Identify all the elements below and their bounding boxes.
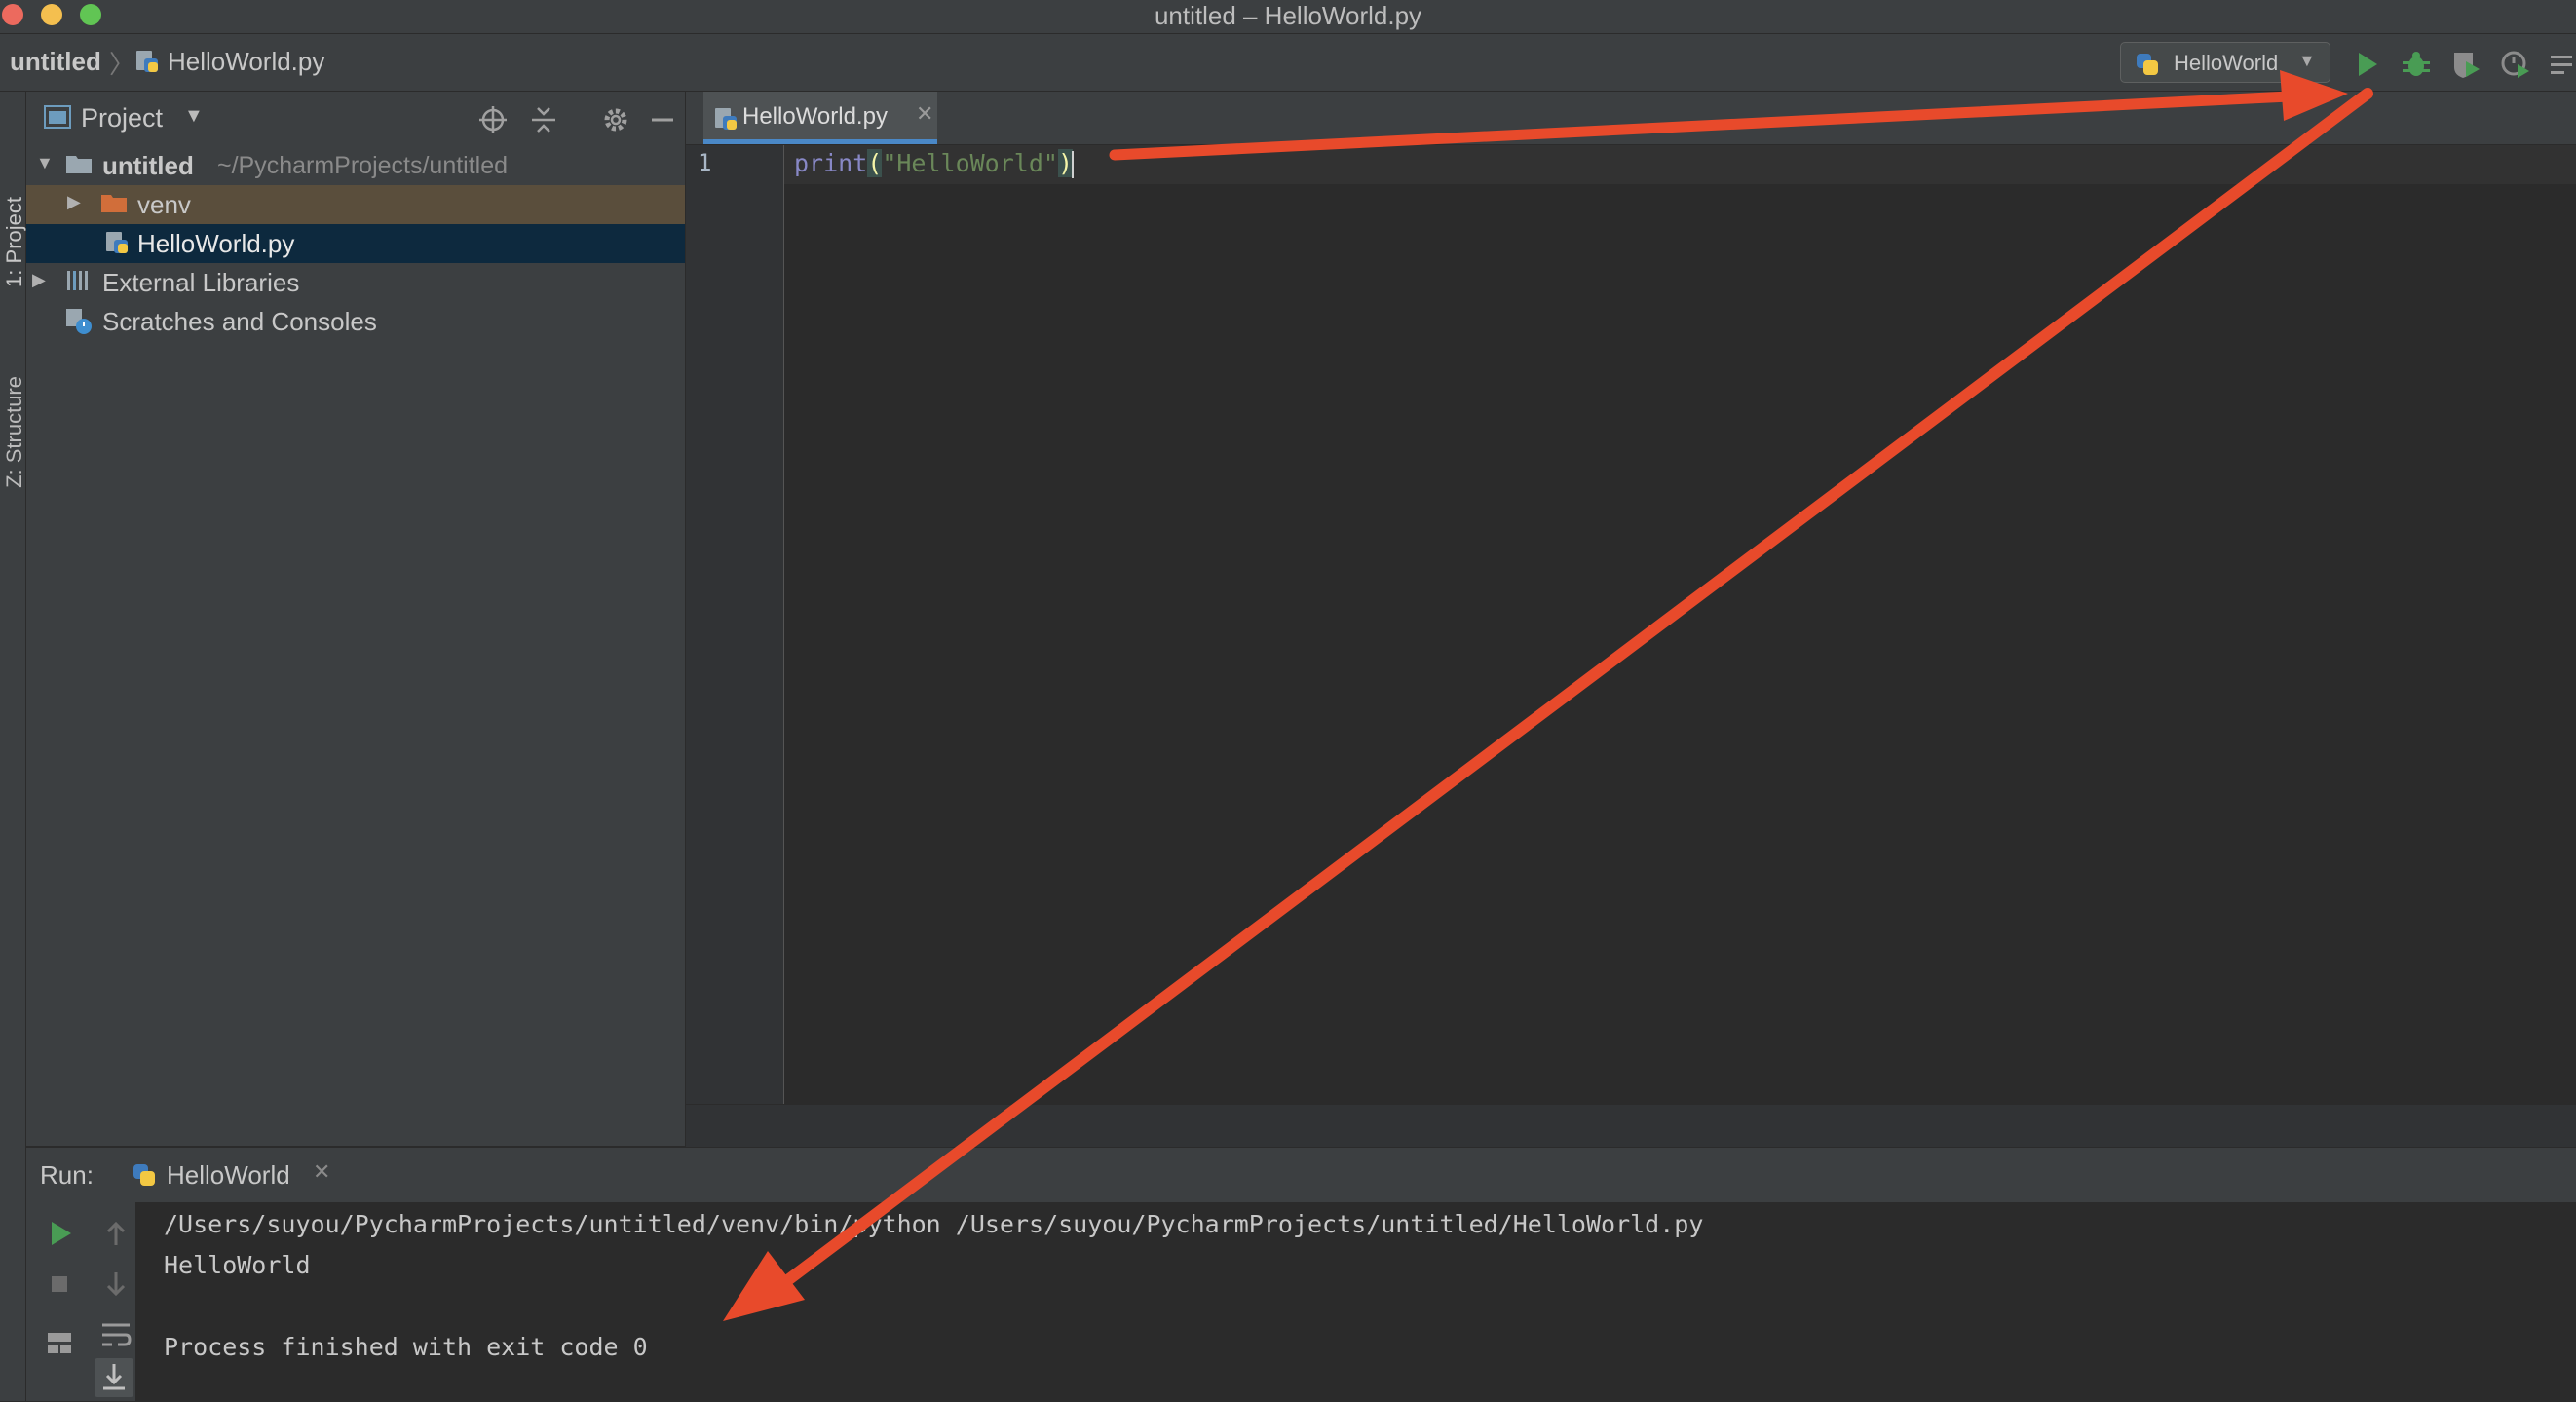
tree-item-label: HelloWorld.py — [137, 229, 295, 258]
title-bar: untitled – HelloWorld.py — [0, 0, 2576, 34]
down-arrow-icon[interactable] — [96, 1265, 135, 1304]
project-panel-header: Project ▼ — [26, 92, 685, 144]
python-file-icon — [134, 49, 160, 79]
text-caret — [1072, 151, 1075, 178]
stop-icon[interactable] — [40, 1265, 79, 1304]
code-editor[interactable]: print("HelloWorld") — [784, 145, 2576, 1104]
tree-item-label: External Libraries — [102, 268, 300, 297]
code-open-paren: ( — [867, 149, 883, 177]
run-configuration-label: HelloWorld — [2174, 51, 2279, 75]
breadcrumb-file[interactable]: HelloWorld.py — [168, 47, 324, 77]
coverage-icon[interactable] — [2449, 48, 2482, 81]
tab-label: HelloWorld.py — [742, 103, 888, 130]
profile-icon[interactable] — [2499, 48, 2532, 81]
close-icon[interactable]: ✕ — [313, 1159, 330, 1185]
run-panel-label: Run: — [40, 1160, 94, 1190]
run-panel-header: Run: HelloWorld ✕ — [26, 1147, 2576, 1203]
navigation-bar: untitled 〉 HelloWorld.py HelloWorld ▼ — [0, 34, 2576, 92]
project-tool-window-button[interactable]: 1: Project — [2, 197, 27, 287]
tree-item-label: venv — [137, 190, 191, 219]
console-line-exit-status: Process finished with exit code 0 — [164, 1333, 648, 1361]
locate-icon[interactable] — [476, 103, 510, 136]
console-line-command: /Users/suyou/PycharmProjects/untitled/ve… — [164, 1210, 1704, 1238]
project-panel: Project ▼ ▼ untitled ~/PycharmProjects/u… — [26, 92, 686, 1146]
run-tab-helloworld[interactable]: HelloWorld — [167, 1160, 290, 1191]
collapse-all-icon[interactable] — [527, 103, 560, 136]
left-tool-strip: 1: Project Z: Structure — [0, 92, 26, 1401]
code-function-name: print — [794, 149, 868, 177]
chevron-down-icon: ▼ — [2298, 51, 2316, 70]
more-icon[interactable] — [2547, 48, 2576, 81]
collapsed-arrow-icon[interactable]: ▶ — [67, 192, 81, 212]
python-file-icon — [713, 106, 739, 136]
scroll-to-end-icon[interactable] — [95, 1358, 133, 1397]
editor-breadcrumb-bar — [686, 1104, 2576, 1147]
line-number-gutter: 1 — [686, 145, 784, 1104]
collapsed-arrow-icon[interactable]: ▶ — [32, 270, 46, 290]
hide-panel-icon[interactable] — [646, 103, 679, 136]
run-configuration-dropdown[interactable]: HelloWorld ▼ — [2120, 42, 2330, 83]
code-line-1[interactable]: print("HelloWorld") — [794, 149, 1075, 178]
gear-icon[interactable] — [599, 103, 632, 136]
tree-item-venv[interactable]: ▶ venv — [26, 185, 685, 224]
up-arrow-icon[interactable] — [96, 1214, 135, 1253]
expanded-arrow-icon[interactable]: ▼ — [36, 153, 54, 173]
tree-item-untitled[interactable]: ▼ untitled ~/PycharmProjects/untitled — [26, 146, 685, 185]
tree-item-label: untitled — [102, 151, 194, 180]
rerun-icon[interactable] — [40, 1214, 79, 1253]
run-console-output[interactable]: /Users/suyou/PycharmProjects/untitled/ve… — [136, 1202, 2576, 1401]
structure-tool-window-button[interactable]: Z: Structure — [2, 376, 27, 488]
project-view-icon — [44, 105, 71, 133]
scratches-icon — [65, 308, 93, 340]
folder-icon — [65, 152, 93, 180]
tab-helloworld-py[interactable]: HelloWorld.py ✕ — [703, 92, 937, 144]
tree-item-external-libraries[interactable]: ▶ External Libraries — [26, 263, 685, 302]
tree-item-helloworld-py[interactable]: HelloWorld.py — [26, 224, 685, 263]
close-icon[interactable]: ✕ — [916, 101, 933, 127]
code-close-paren: ) — [1057, 149, 1074, 177]
tree-item-label: Scratches and Consoles — [102, 307, 377, 336]
soft-wrap-icon[interactable] — [96, 1315, 135, 1354]
code-string-literal: "HelloWorld" — [882, 149, 1058, 177]
python-file-icon — [104, 230, 130, 260]
layout-icon[interactable] — [40, 1323, 79, 1362]
console-line-output: HelloWorld — [164, 1251, 311, 1279]
tree-item-path: ~/PycharmProjects/untitled — [217, 152, 509, 179]
editor-tab-bar: HelloWorld.py ✕ — [686, 92, 2576, 145]
python-icon — [2135, 52, 2160, 82]
run-icon[interactable] — [2350, 48, 2383, 81]
libraries-icon — [65, 269, 93, 297]
breadcrumb-separator: 〉 — [109, 50, 135, 79]
chevron-down-icon[interactable]: ▼ — [184, 105, 204, 128]
window-title: untitled – HelloWorld.py — [1154, 1, 1422, 30]
tree-item-scratches[interactable]: Scratches and Consoles — [26, 302, 685, 341]
debug-icon[interactable] — [2400, 48, 2433, 81]
project-view-selector[interactable]: Project — [81, 103, 163, 133]
python-icon — [132, 1162, 157, 1193]
excluded-folder-icon — [100, 191, 128, 219]
run-toolbar — [26, 1202, 136, 1401]
line-number: 1 — [698, 149, 712, 176]
breadcrumb-project[interactable]: untitled — [10, 47, 101, 77]
